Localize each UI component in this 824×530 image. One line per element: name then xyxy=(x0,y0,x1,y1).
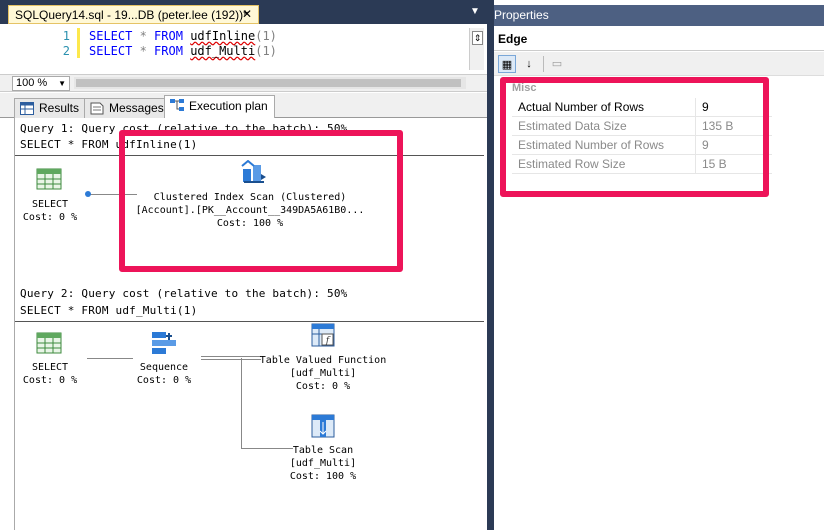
sequence-node[interactable]: Sequence Cost: 0 % xyxy=(129,361,199,387)
line-number: 2 xyxy=(62,44,70,58)
sql-editor[interactable]: 1 2 SELECT * FROM udfInline(1) SELECT * … xyxy=(0,24,487,74)
properties-toolbar: ▦ ↓ ▭ xyxy=(494,52,824,76)
divider xyxy=(543,56,544,72)
document-tab-title: SQLQuery14.sql - 19...DB (peter.lee (192… xyxy=(15,8,248,22)
properties-title: Properties xyxy=(494,8,549,22)
tab-results[interactable]: Results xyxy=(14,98,87,118)
sequence-operator-icon[interactable] xyxy=(151,330,177,356)
categorized-icon[interactable]: ▦ xyxy=(498,55,516,73)
editor-vertical-scrollbar[interactable]: ⇕ xyxy=(469,28,484,70)
split-icon[interactable]: ⇕ xyxy=(472,31,483,45)
document-tab[interactable]: SQLQuery14.sql - 19...DB (peter.lee (192… xyxy=(8,5,259,24)
plan-edge[interactable] xyxy=(87,358,133,359)
execution-plan-icon xyxy=(170,99,184,111)
highlight-box xyxy=(500,77,769,197)
divider xyxy=(15,321,484,322)
zoom-bar: 100 % ▼ xyxy=(0,74,487,92)
table-valued-function-icon[interactable]: f xyxy=(311,323,335,347)
table-valued-function-node[interactable]: Table Valued Function [udf_Multi] Cost: … xyxy=(243,354,403,393)
close-icon[interactable]: ✕ xyxy=(242,7,252,21)
tab-dropdown-icon[interactable]: ▼ xyxy=(470,6,480,17)
alphabetical-sort-icon[interactable]: ↓ xyxy=(520,55,538,73)
plan-edge[interactable] xyxy=(241,358,242,448)
select-operator-icon[interactable] xyxy=(36,168,62,190)
property-pages-icon[interactable]: ▭ xyxy=(548,55,566,73)
query-editor-pane: SQLQuery14.sql - 19...DB (peter.lee (192… xyxy=(0,0,487,530)
chevron-down-icon: ▼ xyxy=(58,79,66,88)
query-2-sql: SELECT * FROM udf_Multi(1) xyxy=(20,304,198,317)
table-scan-icon[interactable] xyxy=(311,414,335,438)
line-number: 1 xyxy=(62,29,70,43)
grid-icon xyxy=(20,102,34,115)
highlight-box xyxy=(119,130,403,272)
select-node-q1[interactable]: SELECT Cost: 0 % xyxy=(15,198,85,224)
line-gutter: 1 2 xyxy=(0,24,72,74)
pane-splitter[interactable] xyxy=(487,0,494,530)
code-line-1: SELECT * FROM udfInline(1) xyxy=(89,29,277,43)
query-2-header: Query 2: Query cost (relative to the bat… xyxy=(20,287,348,300)
changed-lines-marker xyxy=(77,28,80,58)
tab-execution-plan[interactable]: Execution plan xyxy=(164,95,275,119)
result-tabs: Results Messages Execution plan xyxy=(0,93,487,119)
scrollbar-thumb[interactable] xyxy=(76,79,461,87)
table-scan-node[interactable]: Table Scan [udf_Multi] Cost: 100 % xyxy=(263,444,383,483)
tab-messages[interactable]: Messages xyxy=(84,98,171,118)
zoom-select[interactable]: 100 % ▼ xyxy=(12,76,70,91)
message-icon xyxy=(90,102,104,115)
document-tab-bar: SQLQuery14.sql - 19...DB (peter.lee (192… xyxy=(0,0,487,24)
edge-arrow-icon xyxy=(85,191,91,197)
execution-plan-canvas[interactable]: Query 1: Query cost (relative to the bat… xyxy=(14,118,484,530)
selected-object[interactable]: Edge xyxy=(494,27,824,51)
code-line-2: SELECT * FROM udf_Multi(1) xyxy=(89,44,277,58)
editor-horizontal-scrollbar[interactable] xyxy=(74,77,466,89)
select-operator-icon[interactable] xyxy=(36,332,62,354)
select-node-q2[interactable]: SELECT Cost: 0 % xyxy=(15,361,85,387)
properties-title-bar: Properties xyxy=(494,5,824,26)
